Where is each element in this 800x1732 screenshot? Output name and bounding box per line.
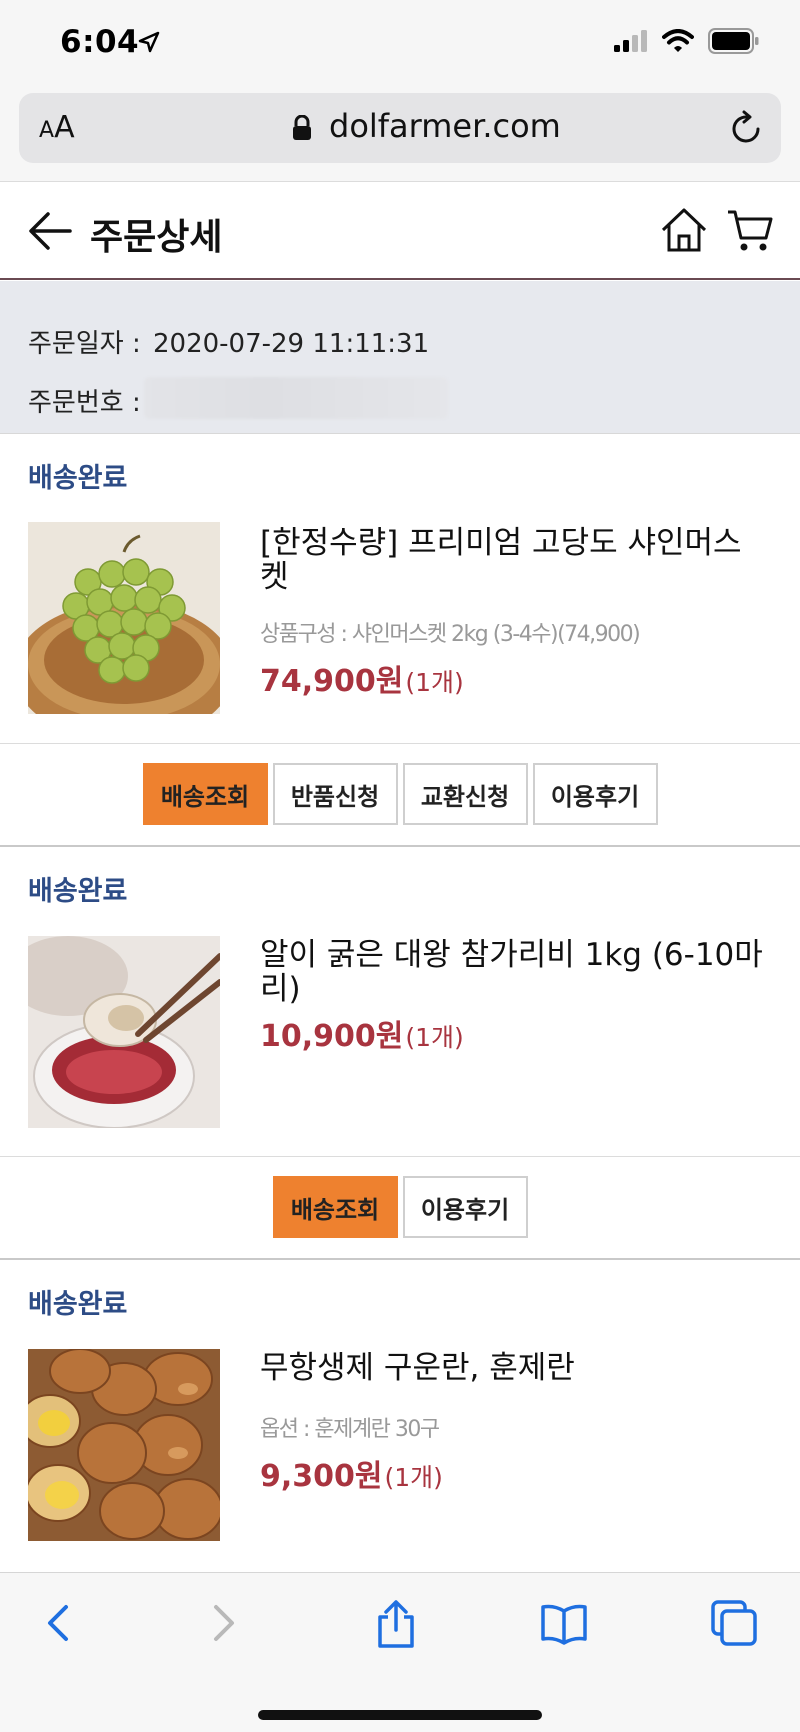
product-quantity: (1개): [405, 1023, 464, 1052]
order-date-label: 주문일자 :: [28, 329, 141, 359]
order-number-redacted: [144, 377, 448, 419]
browser-toolbar: [0, 1572, 800, 1732]
battery-icon: [708, 28, 759, 54]
divider: [0, 1156, 800, 1157]
reader-options-button[interactable]: AA: [39, 110, 75, 145]
status-time: 6:04: [60, 24, 140, 60]
write-review-button[interactable]: 이용후기: [402, 1176, 528, 1238]
browser-address-area: AA dolfarmer.com: [0, 88, 800, 182]
divider: [0, 743, 800, 744]
browser-back-icon[interactable]: [42, 1599, 72, 1647]
product-actions: 배송조회 이용후기: [0, 1176, 800, 1238]
return-request-button[interactable]: 반품신청: [272, 763, 398, 825]
location-arrow-icon: [138, 31, 160, 53]
browser-forward-icon[interactable]: [210, 1599, 240, 1647]
product-quantity: (1개): [405, 668, 464, 697]
write-review-button[interactable]: 이용후기: [532, 763, 658, 825]
product-name[interactable]: 알이 굵은 대왕 참가리비 1kg (6-10마리): [260, 938, 770, 1006]
page-header: 주문상세: [0, 182, 800, 280]
url-text[interactable]: dolfarmer.com: [329, 107, 561, 145]
product-name[interactable]: 무항생제 구운란, 훈제란: [260, 1351, 770, 1385]
product-price: 10,900원(1개): [260, 1019, 464, 1054]
share-icon[interactable]: [374, 1599, 418, 1649]
cellular-signal-icon: [614, 30, 647, 52]
product-actions: 배송조회 반품신청 교환신청 이용후기: [0, 763, 800, 825]
bookmarks-icon[interactable]: [540, 1599, 588, 1647]
track-delivery-button[interactable]: 배송조회: [272, 1176, 398, 1238]
product-price: 9,300원(1개): [260, 1459, 443, 1494]
product-option: 옵션 : 훈제계란 30구: [260, 1417, 440, 1442]
cart-icon[interactable]: [726, 206, 774, 254]
product-image-eggs[interactable]: [28, 1349, 220, 1541]
section-divider: [0, 845, 800, 847]
status-bar: 6:04: [0, 0, 800, 88]
order-number-row: 주문번호 :: [28, 382, 153, 419]
product-image-scallops[interactable]: [28, 936, 220, 1128]
section-divider: [0, 1258, 800, 1260]
back-arrow-icon[interactable]: [26, 209, 74, 253]
product-image-grapes[interactable]: [28, 522, 220, 714]
product-quantity: (1개): [384, 1463, 443, 1492]
exchange-request-button[interactable]: 교환신청: [402, 763, 528, 825]
wifi-icon: [662, 29, 694, 52]
lock-icon: [293, 115, 311, 140]
product-name[interactable]: [한정수량] 프리미엄 고당도 샤인머스켓: [260, 526, 770, 594]
delivery-status: 배송완료: [28, 876, 128, 907]
order-date-row: 주문일자 : 2020-07-29 11:11:31: [28, 323, 429, 360]
order-info: 주문일자 : 2020-07-29 11:11:31 주문번호 :: [0, 281, 800, 434]
reload-icon[interactable]: [729, 109, 765, 147]
order-number-label: 주문번호 :: [28, 388, 141, 418]
delivery-status: 배송완료: [28, 463, 128, 494]
page-title: 주문상세: [90, 217, 223, 258]
track-delivery-button[interactable]: 배송조회: [142, 763, 268, 825]
delivery-status: 배송완료: [28, 1289, 128, 1320]
product-option: 상품구성 : 샤인머스켓 2kg (3-4수)(74,900): [260, 622, 641, 647]
home-indicator: [258, 1710, 542, 1720]
product-price: 74,900원(1개): [260, 664, 464, 699]
order-date-value: 2020-07-29 11:11:31: [153, 329, 430, 359]
address-bar[interactable]: AA dolfarmer.com: [19, 93, 781, 163]
home-icon[interactable]: [660, 206, 708, 254]
tabs-icon[interactable]: [710, 1599, 758, 1647]
